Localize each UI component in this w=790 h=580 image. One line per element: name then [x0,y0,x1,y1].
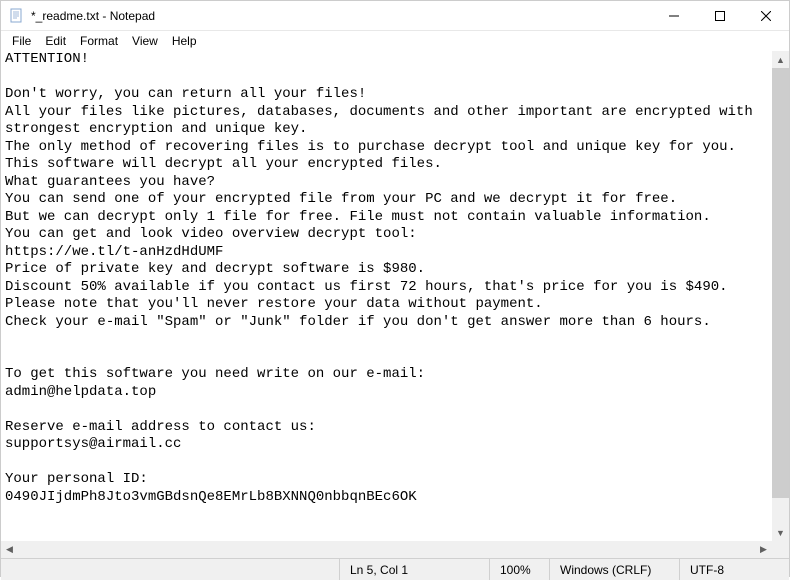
menubar: File Edit Format View Help [1,31,789,51]
menu-file[interactable]: File [5,33,38,49]
window-title: *_readme.txt - Notepad [31,9,651,23]
horizontal-scrollbar[interactable]: ◀ ▶ [1,541,772,558]
menu-help[interactable]: Help [165,33,204,49]
menu-edit[interactable]: Edit [38,33,73,49]
titlebar: *_readme.txt - Notepad [1,1,789,31]
menu-view[interactable]: View [125,33,165,49]
scroll-corner [772,541,789,558]
scroll-track[interactable] [18,541,755,558]
maximize-button[interactable] [697,1,743,31]
scroll-left-icon[interactable]: ◀ [1,541,18,558]
editor-area: ATTENTION! Don't worry, you can return a… [1,51,789,558]
window-controls [651,1,789,31]
minimize-button[interactable] [651,1,697,31]
close-button[interactable] [743,1,789,31]
scroll-down-icon[interactable]: ▼ [772,524,789,541]
text-content[interactable]: ATTENTION! Don't worry, you can return a… [1,51,789,558]
menu-format[interactable]: Format [73,33,125,49]
scroll-right-icon[interactable]: ▶ [755,541,772,558]
vertical-scrollbar[interactable]: ▲ ▼ [772,51,789,541]
scroll-thumb[interactable] [772,68,789,498]
notepad-icon [9,8,25,24]
scroll-up-icon[interactable]: ▲ [772,51,789,68]
